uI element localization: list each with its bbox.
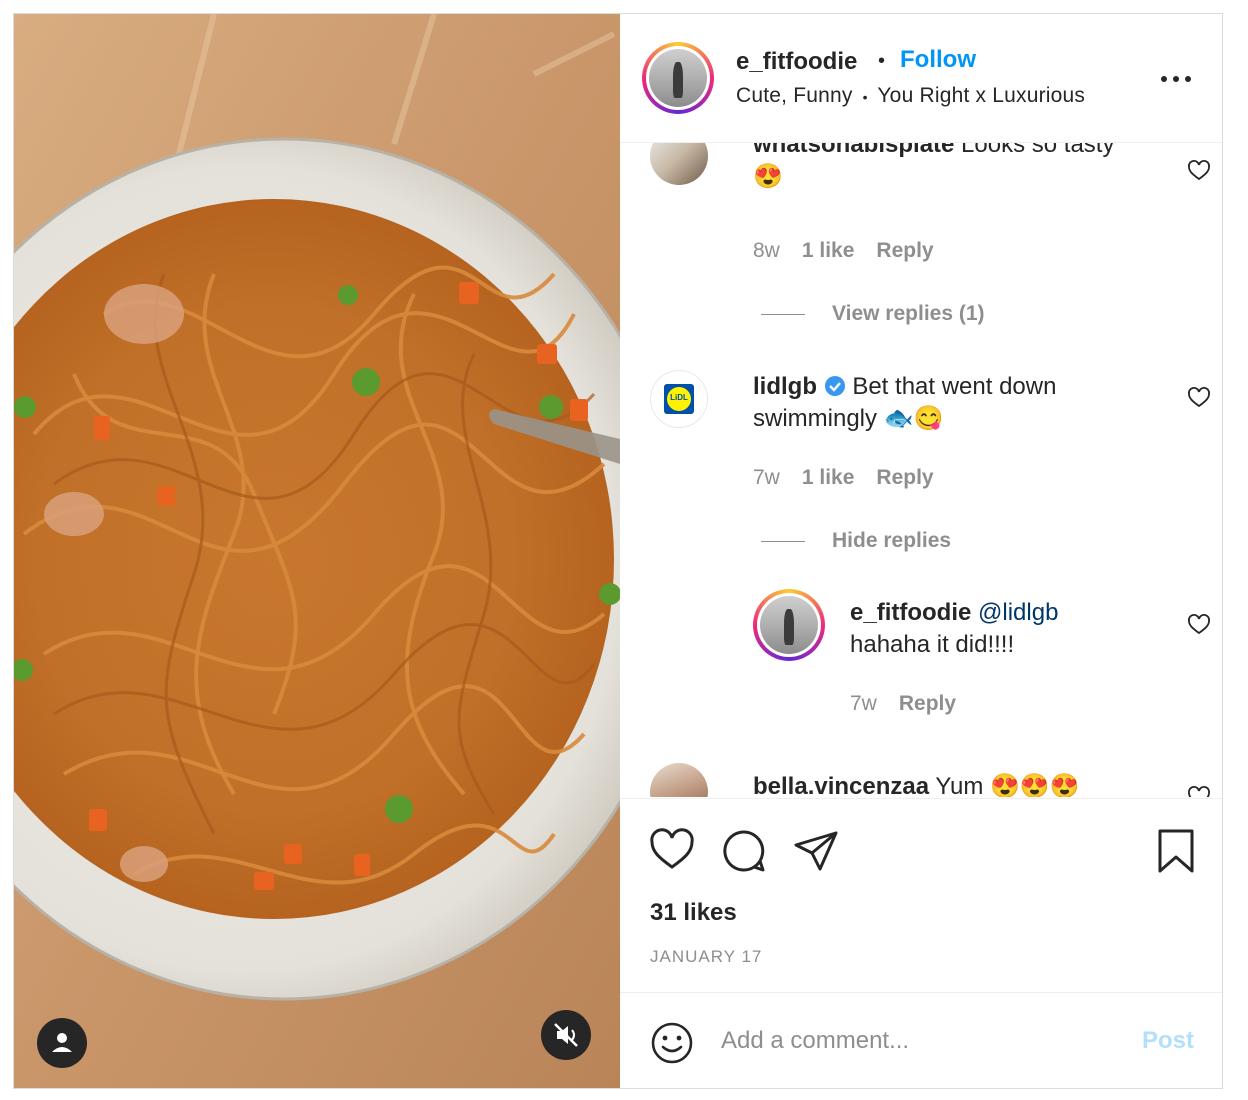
like-comment-heart-icon[interactable]	[1187, 159, 1211, 183]
view-replies-button[interactable]: View replies (1)	[832, 302, 985, 326]
more-options-icon[interactable]	[1156, 64, 1196, 94]
person-icon	[52, 1033, 72, 1052]
comment-username[interactable]: whatsonabisplate	[753, 143, 954, 158]
add-comment-bar: Add a comment... Post	[620, 992, 1222, 1088]
comment-time[interactable]: 8w	[753, 239, 780, 262]
comment-username[interactable]: bella.vincenzaa	[753, 773, 929, 797]
user-tag-button[interactable]	[37, 1018, 87, 1068]
like-heart-icon[interactable]	[648, 827, 696, 875]
comment-likes[interactable]: 1 like	[802, 466, 855, 489]
comment-emoji: 🐟😋	[883, 405, 944, 432]
comment-input[interactable]: Add a comment...	[721, 1027, 909, 1055]
post-modal: e_fitfoodie • Follow Cute, Funny • You R…	[13, 13, 1223, 1089]
author-username[interactable]: e_fitfoodie	[736, 48, 857, 76]
speaker-muted-icon	[554, 1023, 578, 1047]
comment-body-line2: swimmingly	[753, 405, 878, 432]
spaghetti-image	[14, 14, 620, 1088]
post-details-panel: e_fitfoodie • Follow Cute, Funny • You R…	[620, 14, 1222, 1088]
comment-reply-button[interactable]: Reply	[876, 466, 933, 489]
commenter-avatar[interactable]: LiDL	[650, 370, 708, 428]
post-actions: 31 likes JANUARY 17	[620, 798, 1222, 993]
post-video[interactable]	[14, 14, 620, 1088]
comment-username[interactable]: lidlgb	[753, 373, 817, 400]
reply-body: hahaha it did!!!!	[850, 631, 1015, 658]
comment-text: whatsonabisplate Looks so tasty 😍	[753, 143, 1163, 193]
comments-list[interactable]: whatsonabisplate Looks so tasty 😍 8w 1 li…	[620, 143, 1222, 797]
commenter-avatar[interactable]	[650, 143, 708, 185]
comment-meta: 8w 1 like Reply	[753, 239, 934, 263]
likes-count[interactable]: 31 likes	[650, 899, 737, 927]
dot-separator: •	[878, 50, 886, 72]
commenter-avatar[interactable]	[650, 763, 708, 797]
comment-text: bella.vincenzaa Yum 😍😍😍	[753, 771, 1163, 797]
post-comment-button[interactable]: Post	[1142, 1027, 1194, 1055]
comment-likes[interactable]: 1 like	[802, 239, 855, 262]
like-comment-heart-icon[interactable]	[1187, 386, 1211, 410]
reply-username[interactable]: e_fitfoodie	[850, 599, 971, 626]
replies-divider	[761, 541, 805, 542]
reply-text: e_fitfoodie @lidlgb hahaha it did!!!!	[850, 597, 1170, 661]
comment-body: Looks so tasty	[961, 143, 1115, 158]
reply-mention[interactable]: @lidlgb	[978, 599, 1058, 626]
author-avatar[interactable]	[642, 42, 714, 114]
verified-badge-icon	[824, 376, 845, 396]
post-date[interactable]: JANUARY 17	[650, 947, 762, 967]
lidl-logo: LiDL	[664, 384, 694, 414]
comment-bubble-icon[interactable]	[720, 827, 768, 875]
audio-tags: Cute, Funny	[736, 84, 853, 107]
hide-replies-button[interactable]: Hide replies	[832, 529, 951, 553]
bookmark-icon[interactable]	[1152, 827, 1200, 875]
like-comment-heart-icon[interactable]	[1187, 785, 1211, 797]
reply-author-avatar[interactable]	[753, 589, 825, 661]
post-header: e_fitfoodie • Follow Cute, Funny • You R…	[620, 14, 1222, 143]
comment-reply-button[interactable]: Reply	[876, 239, 933, 262]
like-reply-heart-icon[interactable]	[1187, 613, 1211, 637]
song-title[interactable]: You Right x Luxurious	[877, 84, 1085, 107]
reply-time[interactable]: 7w	[850, 692, 877, 715]
emoji-smiley-icon[interactable]	[650, 1021, 694, 1065]
comment-meta: 7w 1 like Reply	[753, 466, 934, 490]
comment-body: Bet that went down	[852, 373, 1057, 400]
reply-reply-button[interactable]: Reply	[899, 692, 956, 715]
lidl-logo-text: LiDL	[670, 393, 688, 402]
follow-button[interactable]: Follow	[900, 46, 976, 74]
audio-info: Cute, Funny • You Right x Luxurious	[736, 84, 1085, 108]
comment-emoji: 😍😍😍	[990, 773, 1080, 797]
comment-body: Yum	[935, 773, 984, 797]
replies-divider	[761, 314, 805, 315]
reply-meta: 7w Reply	[850, 692, 956, 716]
share-paper-plane-icon[interactable]	[792, 827, 840, 875]
comment-text: lidlgb Bet that went down swimmingly 🐟😋	[753, 371, 1163, 435]
mute-button[interactable]	[541, 1010, 591, 1060]
comment-time[interactable]: 7w	[753, 466, 780, 489]
comment-emoji: 😍	[753, 163, 783, 190]
audio-separator: •	[862, 89, 868, 105]
